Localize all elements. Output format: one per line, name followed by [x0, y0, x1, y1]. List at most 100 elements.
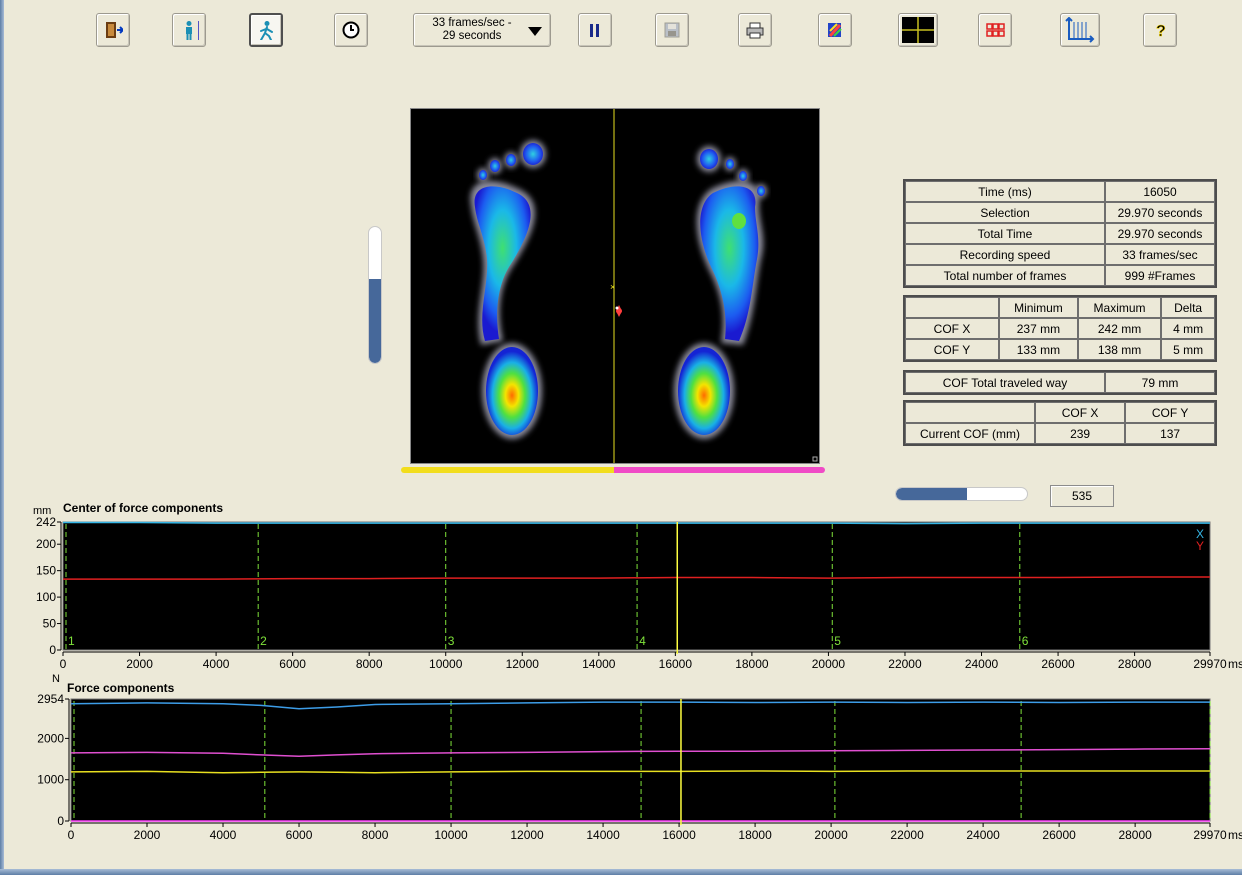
cof-range-table: Minimum Maximum Delta COF X 237 mm 242 mm 4 mm… [903, 295, 1217, 362]
left-foot-load-bar [401, 467, 614, 473]
save-button[interactable] [655, 13, 689, 47]
cof-x-tick-label: 2000 [126, 657, 153, 671]
force-x-tick-label: 18000 [738, 828, 772, 842]
exit-button[interactable] [96, 13, 130, 47]
grid-view-button[interactable] [978, 13, 1012, 47]
force-chart[interactable]: 0 1000 2000 2954 0 2000 4000 6000 8000 10000 12000… [0, 692, 1242, 842]
force-x-tick-label: 28000 [1118, 828, 1152, 842]
summary-value: 29.970 seconds [1105, 223, 1215, 244]
cof-x-tick-label: 26000 [1041, 657, 1075, 671]
cof-range-cell: 242 mm [1077, 318, 1162, 339]
svg-text:?: ? [1156, 23, 1166, 40]
cof-y-tick-label: 200 [36, 537, 56, 551]
floppy-disk-icon [664, 22, 680, 38]
force-x-tick-label: 26000 [1042, 828, 1076, 842]
summary-value: 29.970 seconds [1105, 202, 1215, 223]
cof-range-row: COF X 237 mm 242 mm 4 mm [905, 318, 1215, 339]
cof-x-tick-label: 12000 [506, 657, 540, 671]
print-button[interactable] [738, 13, 772, 47]
cof-x-tick-label: 29970 [1193, 657, 1227, 671]
force-x-tick-label: 2000 [134, 828, 161, 842]
cof-x-tick-label: 0 [60, 657, 67, 671]
force-x-tick-label: 4000 [210, 828, 237, 842]
summary-row: Total Time 29.970 seconds [905, 223, 1215, 244]
recording-speed-label: 33 frames/sec - 29 seconds [432, 17, 512, 42]
summary-label: Total number of frames [905, 265, 1105, 286]
cof-series-line [63, 521, 1210, 525]
force-x-tick-label: 12000 [510, 828, 544, 842]
frame-slider[interactable] [895, 487, 1028, 501]
force-y-tick-label: 1000 [37, 773, 64, 787]
left-foot-print [470, 140, 546, 439]
walking-person-icon [260, 21, 273, 40]
cof-x-tick-label: 28000 [1118, 657, 1152, 671]
cof-y-tick-label: 50 [43, 617, 57, 631]
current-cof-header-empty [905, 402, 1035, 423]
summary-row: Recording speed 33 frames/sec [905, 244, 1215, 265]
sensitivity-slider[interactable] [368, 226, 382, 364]
exit-door-icon [106, 22, 123, 38]
cof-range-header [905, 297, 999, 318]
sensitivity-slider-fill [369, 278, 381, 363]
force-x-unit: ms [1228, 828, 1242, 842]
pressure-map-image: × [470, 109, 818, 463]
current-cof-y: 137 [1125, 423, 1215, 444]
cof-crosshair-button[interactable] [898, 13, 938, 47]
frame-slider-fill [896, 488, 967, 500]
dropdown-arrow-icon[interactable] [528, 27, 542, 36]
graph-settings-button[interactable] [1060, 13, 1100, 47]
current-cof-header-x: COF X [1035, 402, 1126, 423]
cof-step-label: 4 [639, 634, 646, 648]
cof-x-tick-label: 18000 [735, 657, 769, 671]
cof-crosshair-marker: × [610, 282, 615, 292]
timer-button[interactable] [334, 13, 368, 47]
summary-label: Selection [905, 202, 1105, 223]
cof-range-cell: 133 mm [999, 339, 1078, 360]
cof-legend-y: Y [1196, 539, 1204, 553]
force-x-tick-label: 8000 [362, 828, 389, 842]
force-chart-y-unit: N [52, 673, 60, 685]
frame-number-field[interactable]: 535 [1050, 485, 1114, 507]
pressure-map[interactable]: × [410, 108, 820, 464]
summary-row: Time (ms) 16050 [905, 181, 1215, 202]
printer-icon [746, 22, 764, 39]
current-cof-x: 239 [1035, 423, 1126, 444]
summary-value: 16050 [1105, 181, 1215, 202]
force-x-tick-label: 0 [68, 828, 75, 842]
cof-chart[interactable]: 0501001502002420 2000 4000 6000 8000 10000 120… [0, 515, 1242, 675]
standing-mode-button[interactable] [172, 13, 206, 47]
help-button[interactable]: ? [1143, 13, 1177, 47]
force-x-tick-label: 14000 [586, 828, 620, 842]
walking-mode-button[interactable] [249, 13, 283, 47]
current-cof-table: COF X COF Y Current COF (mm) 239 137 [903, 400, 1217, 446]
cof-x-tick-label: 24000 [965, 657, 999, 671]
force-plot-area [70, 698, 1211, 822]
clock-icon [342, 21, 360, 39]
crosshair-icon [902, 17, 934, 43]
current-cof-label: Current COF (mm) [905, 423, 1035, 444]
cof-range-row: COF Y 133 mm 138 mm 5 mm [905, 339, 1215, 360]
cof-y-tick-label: 242 [36, 515, 56, 529]
force-y-tick-label: 0 [57, 814, 64, 828]
current-cof-header-y: COF Y [1125, 402, 1215, 423]
cof-range-cell: 4 mm [1161, 318, 1215, 339]
pause-button[interactable] [578, 13, 612, 47]
cof-range-cell: COF X [905, 318, 999, 339]
force-x-tick-label: 20000 [814, 828, 848, 842]
cof-x-unit: ms [1228, 657, 1242, 671]
resize-grip-icon [812, 456, 818, 462]
cof-range-cell: 5 mm [1161, 339, 1215, 360]
cof-range-header: Delta [1161, 297, 1215, 318]
export-button[interactable] [818, 13, 852, 47]
summary-label: Time (ms) [905, 181, 1105, 202]
window-frame-bottom [0, 869, 1242, 875]
cof-step-label: 5 [834, 634, 841, 648]
force-y-tick-label: 2954 [37, 692, 64, 706]
cof-step-label: 3 [448, 634, 455, 648]
cof-x-tick-label: 8000 [356, 657, 383, 671]
summary-label: Total Time [905, 223, 1105, 244]
cof-range-cell: 138 mm [1077, 339, 1162, 360]
recording-speed-select[interactable]: 33 frames/sec - 29 seconds [413, 13, 551, 47]
summary-value: 33 frames/sec [1105, 244, 1215, 265]
summary-value: 999 #Frames [1105, 265, 1215, 286]
